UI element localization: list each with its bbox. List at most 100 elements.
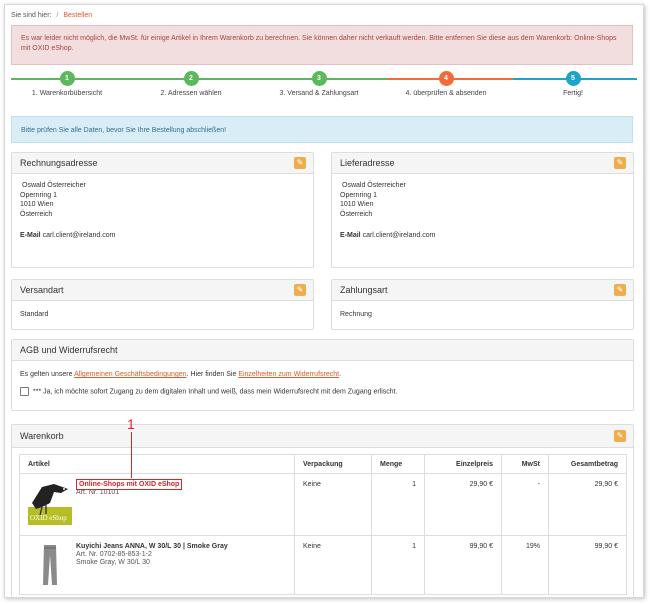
col-gesamtbetrag: Gesamtbetrag	[548, 454, 627, 474]
step-1-label: 1. Warenkorbübersicht	[31, 90, 103, 97]
billing-address-body: Oswald Österreicher Opernring 1 1010 Wie…	[12, 174, 313, 248]
payment-method-title: Zahlungsart	[340, 285, 388, 295]
product-thumb-jeans[interactable]	[28, 543, 72, 587]
terms-text-3: .	[339, 371, 342, 378]
cart-header: Warenkorb ✎	[12, 425, 633, 448]
cart-row-1-mwst: -	[501, 473, 549, 536]
cart-row-2-title[interactable]: Kuyichi Jeans ANNA, W 30/L 30 | Smoke Gr…	[76, 543, 228, 550]
shipping-email-label: E-Mail	[340, 232, 361, 239]
billing-email-label: E-Mail	[20, 232, 41, 239]
col-mwst: MwSt	[501, 454, 549, 474]
terms-text-2: . Hier finden Sie	[186, 371, 239, 378]
terms-withdrawal-link[interactable]: Einzelheiten zum Widerrufsrecht	[238, 371, 339, 378]
breadcrumb-current[interactable]: Bestellen	[63, 12, 92, 19]
terms-agb-link[interactable]: Allgemeinen Geschäftsbedingungen	[74, 371, 186, 378]
shipping-name: Oswald Österreicher	[342, 182, 406, 189]
shipping-address-header: Lieferadresse ✎	[332, 153, 633, 174]
cart-row-2-article: Kuyichi Jeans ANNA, W 30/L 30 | Smoke Gr…	[19, 535, 295, 595]
cart-row-2-gesamt: 99,90 €	[548, 535, 627, 595]
billing-email: carl.client@ireland.com	[42, 232, 116, 239]
cart-row-2-text: Kuyichi Jeans ANNA, W 30/L 30 | Smoke Gr…	[76, 543, 228, 587]
step-5: 5 Fertig!	[513, 69, 633, 97]
terms-body: Es gelten unsere Allgemeinen Geschäftsbe…	[12, 361, 633, 403]
breadcrumb-prefix: Sie sind hier:	[11, 12, 52, 19]
step-4: 4 4. überprüfen & absenden	[386, 69, 506, 97]
terms-panel: AGB und Widerrufsrecht Es gelten unsere …	[11, 339, 634, 411]
step-5-label: Fertig!	[563, 90, 583, 97]
shipping-country: Österreich	[340, 210, 373, 218]
cart-row-1-article: OXID eShop Online-Shops mit OXID eShop A…	[19, 473, 295, 536]
step-3-label: 3. Versand & Zahlungsart	[279, 90, 359, 97]
billing-address-panel: Rechnungsadresse ✎ Oswald Österreicher O…	[11, 152, 314, 268]
shipping-method-panel: Versandart ✎ Standard	[11, 279, 314, 330]
col-menge: Menge	[371, 454, 425, 474]
step-5-circle: 5	[565, 71, 581, 86]
step-2-label: 2. Adressen wählen	[160, 90, 222, 97]
shipping-city: 1010 Wien	[340, 201, 374, 208]
cart-edit-icon[interactable]: ✎	[614, 430, 626, 442]
cart-row-1-menge: 1	[371, 473, 425, 536]
product-thumb-oxid[interactable]: OXID eShop	[28, 481, 72, 525]
cart-row-2-subline: Smoke Gray, W 30/L 30	[76, 559, 150, 566]
cart-row-2-verpackung: Keine	[294, 535, 372, 595]
col-artikel: Artikel	[19, 454, 295, 474]
cart-row-2-einzelpreis: 99,90 €	[424, 535, 502, 595]
shipping-email: carl.client@ireland.com	[362, 232, 436, 239]
step-3[interactable]: 3 3. Versand & Zahlungsart	[259, 69, 379, 97]
step-2[interactable]: 2 2. Adressen wählen	[131, 69, 251, 97]
billing-country: Österreich	[20, 210, 53, 218]
cart-row-2-mwst: 19%	[501, 535, 549, 595]
cart-row-2-menge: 1	[371, 535, 425, 595]
shipping-street: Opernring 1	[340, 191, 377, 199]
breadcrumb-separator: /	[56, 12, 59, 19]
cart-table: Artikel Verpackung Menge Einzelpreis MwS…	[19, 454, 627, 595]
step-1[interactable]: 1 1. Warenkorbübersicht	[7, 69, 127, 97]
payment-method-header: Zahlungsart ✎	[332, 280, 633, 301]
terms-header: AGB und Widerrufsrecht	[12, 340, 633, 361]
shipping-method-edit-icon[interactable]: ✎	[294, 284, 306, 296]
cart-row-1-einzelpreis: 29,90 €	[424, 473, 502, 536]
cart-row-1-gesamt: 29,90 €	[548, 473, 627, 536]
step-2-circle: 2	[183, 71, 199, 86]
shipping-address-title: Lieferadresse	[340, 158, 395, 168]
billing-edit-icon[interactable]: ✎	[294, 157, 306, 169]
info-alert: Bitte prüfen Sie alle Daten, bevor Sie I…	[11, 116, 633, 143]
shipping-method-value: Standard	[20, 311, 49, 318]
shipping-email-row: E-Mail carl.client@ireland.com	[340, 231, 625, 241]
payment-method-panel: Zahlungsart ✎ Rechnung	[331, 279, 634, 330]
cart-title: Warenkorb	[20, 431, 64, 441]
cart-panel: Warenkorb ✎ Artikel Verpackung Menge Ein…	[11, 424, 634, 597]
checkout-steps: 1 1. Warenkorbübersicht 2 2. Adressen wä…	[5, 69, 643, 105]
digital-content-checkbox-label: *** Ja, ich möchte sofort Zugang zu dem …	[33, 387, 398, 395]
cart-row-1-text: Online-Shops mit OXID eShop Art. Nr. 101…	[76, 479, 183, 525]
payment-method-edit-icon[interactable]: ✎	[614, 284, 626, 296]
cart-row: OXID eShop Online-Shops mit OXID eShop A…	[19, 473, 627, 536]
step-1-circle: 1	[59, 71, 75, 86]
error-alert: Es war leider nicht möglich, die MwSt. f…	[11, 25, 633, 65]
col-einzelpreis: Einzelpreis	[424, 454, 502, 474]
callout-line	[131, 432, 132, 478]
cart-row-1-artnr: Art. Nr. 10101	[76, 489, 120, 496]
cart-row: Kuyichi Jeans ANNA, W 30/L 30 | Smoke Gr…	[19, 535, 627, 595]
terms-text-1: Es gelten unsere	[20, 371, 75, 378]
shipping-address-body: Oswald Österreicher Opernring 1 1010 Wie…	[332, 174, 633, 248]
billing-address-header: Rechnungsadresse ✎	[12, 153, 313, 174]
shipping-method-title: Versandart	[20, 285, 64, 295]
step-3-circle: 3	[311, 71, 327, 86]
digital-content-checkbox[interactable]	[20, 386, 29, 396]
callout-number: 1	[127, 416, 135, 432]
billing-street: Opernring 1	[20, 191, 57, 199]
shipping-edit-icon[interactable]: ✎	[614, 157, 626, 169]
shipping-method-header: Versandart ✎	[12, 280, 313, 301]
billing-city: 1010 Wien	[20, 201, 54, 208]
payment-method-value: Rechnung	[340, 311, 372, 318]
digital-content-consent: *** Ja, ich möchte sofort Zugang zu dem …	[20, 386, 625, 397]
terms-title: AGB und Widerrufsrecht	[20, 345, 118, 355]
terms-text: Es gelten unsere Allgemeinen Geschäftsbe…	[20, 370, 625, 380]
billing-name: Oswald Österreicher	[22, 182, 86, 189]
cart-table-header: Artikel Verpackung Menge Einzelpreis MwS…	[19, 454, 627, 474]
cart-row-2-artnr: Art. Nr. 0702-85-853-1-2	[76, 551, 152, 558]
billing-address-title: Rechnungsadresse	[20, 158, 98, 168]
cart-row-2-article-wrap: Kuyichi Jeans ANNA, W 30/L 30 | Smoke Gr…	[28, 543, 286, 587]
jeans-icon	[43, 545, 57, 585]
